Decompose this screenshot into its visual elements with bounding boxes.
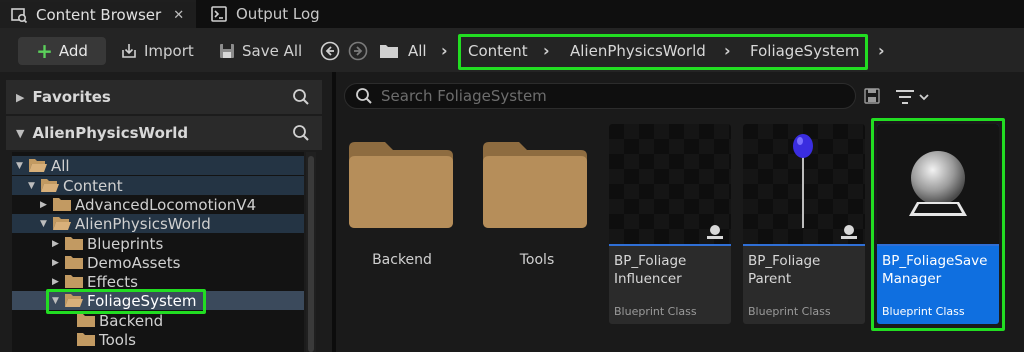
plus-icon: +	[36, 39, 53, 63]
caret-right-icon: ▶	[52, 238, 59, 249]
favorites-label: Favorites	[32, 88, 111, 106]
save-all-label: Save All	[242, 42, 303, 60]
tree-highlight	[46, 289, 206, 314]
caret-down-icon: ▼	[40, 218, 47, 229]
asset-type-bar	[743, 244, 865, 246]
tree-item-blueprints[interactable]: ▶ Blueprints	[12, 234, 304, 253]
pin-icon	[793, 134, 813, 228]
asset-title-line: BP_Foliage	[748, 253, 821, 269]
tree-item-label: Tools	[99, 330, 136, 349]
add-button[interactable]: + Add	[18, 37, 106, 65]
output-log-icon	[211, 6, 227, 22]
folder-icon	[77, 333, 95, 346]
caret-down-icon: ▼	[28, 180, 35, 191]
search-placeholder: Search FoliageSystem	[381, 87, 547, 105]
search-input[interactable]: Search FoliageSystem	[344, 83, 856, 109]
caret-down-icon: ▼	[16, 126, 25, 140]
caret-right-icon: ▶	[52, 257, 59, 268]
folder-icon	[77, 314, 95, 327]
folder-icon	[483, 142, 587, 228]
asset-title-line: Parent	[748, 271, 792, 287]
project-header[interactable]: ▼ AlienPhysicsWorld	[6, 116, 322, 150]
caret-right-icon: ▶	[16, 90, 25, 104]
folder-icon	[65, 237, 83, 250]
folder-open-icon	[29, 159, 47, 172]
content-browser-icon	[11, 8, 28, 24]
folder-label: Backend	[372, 252, 432, 268]
breadcrumb-content[interactable]: Content	[468, 41, 528, 61]
search-icon[interactable]	[292, 88, 310, 106]
asset-card-bp-foliage-influencer[interactable]: BP_Foliage Influencer Blueprint Class	[609, 124, 731, 324]
folder-icon	[349, 142, 453, 228]
tree-item-tools[interactable]: Tools	[12, 330, 304, 349]
asset-type-bar	[609, 244, 731, 246]
save-search-icon[interactable]	[864, 88, 880, 104]
folder-tile-tools[interactable]	[481, 124, 601, 324]
tab-label: Content Browser	[36, 6, 162, 24]
chevron-right-icon[interactable]: ›	[878, 41, 885, 60]
asset-highlight	[871, 118, 1005, 331]
blueprint-badge-icon	[841, 225, 857, 239]
folder-tile-backend[interactable]	[347, 124, 467, 324]
tree-item-label: Content	[63, 176, 123, 195]
tree-item-label: AlienPhysicsWorld	[75, 214, 211, 233]
search-icon[interactable]	[292, 124, 310, 142]
favorites-header[interactable]: ▶ Favorites	[6, 80, 322, 114]
tree-item-all[interactable]: ▼ All	[12, 156, 304, 175]
caret-right-icon: ▶	[40, 199, 47, 210]
tree-item-label: Effects	[87, 272, 138, 291]
asset-type-label: Blueprint Class	[614, 305, 697, 318]
asset-type-label: Blueprint Class	[748, 305, 831, 318]
folder-icon	[65, 256, 83, 269]
tab-label: Output Log	[236, 5, 320, 23]
asset-title: BP_Foliage Parent	[748, 252, 863, 288]
search-icon	[356, 88, 372, 104]
caret-down-icon: ▼	[16, 160, 23, 171]
tab-output-log[interactable]: Output Log	[200, 0, 380, 28]
folder-icon	[65, 275, 83, 288]
tree-item-label: All	[51, 156, 70, 175]
asset-title-line: Influencer	[614, 271, 682, 287]
folder-open-icon	[53, 217, 71, 230]
chevron-right-icon[interactable]: ›	[441, 41, 448, 60]
asset-title-line: BP_Foliage	[614, 253, 687, 269]
tree-item-label: Blueprints	[87, 234, 164, 253]
chevron-right-icon[interactable]: ›	[724, 41, 731, 60]
folder-label: Tools	[519, 252, 555, 268]
tree-item-alienphysicsworld[interactable]: ▼ AlienPhysicsWorld	[12, 214, 304, 233]
breadcrumb-alienphysicsworld[interactable]: AlienPhysicsWorld	[570, 41, 706, 61]
save-icon	[220, 44, 234, 58]
asset-card-bp-foliage-parent[interactable]: BP_Foliage Parent Blueprint Class	[743, 124, 865, 324]
tree-item-label: Backend	[99, 311, 164, 330]
import-icon	[122, 44, 136, 58]
breadcrumb-foliagesystem[interactable]: FoliageSystem	[750, 41, 859, 61]
project-label: AlienPhysicsWorld	[32, 124, 189, 142]
back-icon[interactable]	[320, 41, 340, 61]
blueprint-badge-icon	[707, 225, 723, 239]
close-icon[interactable]: ✕	[173, 8, 184, 23]
caret-right-icon: ▶	[52, 276, 59, 287]
folder-icon	[53, 198, 71, 211]
folder-icon	[380, 45, 398, 58]
folder-tree: ▼ All ▼ Content ▶ AdvancedLocomotionV4 ▼…	[12, 152, 304, 352]
save-all-button[interactable]: Save All	[218, 40, 302, 62]
tree-item-content[interactable]: ▼ Content	[12, 176, 304, 195]
folder-open-icon	[41, 179, 59, 192]
tab-content-browser[interactable]: Content Browser ✕	[0, 0, 196, 28]
tree-item-label: DemoAssets	[87, 253, 181, 272]
filter-icon[interactable]	[894, 88, 934, 106]
breadcrumb-all[interactable]: All	[408, 41, 427, 61]
add-label: Add	[58, 42, 88, 60]
import-label: Import	[144, 42, 194, 60]
tree-item-demoassets[interactable]: ▶ DemoAssets	[12, 253, 304, 272]
tab-bar: Content Browser ✕ Output Log	[0, 0, 1024, 28]
tree-scrollbar-thumb[interactable]	[308, 156, 314, 352]
asset-title: BP_Foliage Influencer	[614, 252, 729, 288]
forward-icon[interactable]	[348, 41, 368, 61]
tree-item-advancedlocomotionv4[interactable]: ▶ AdvancedLocomotionV4	[12, 195, 304, 214]
tree-item-label: AdvancedLocomotionV4	[75, 195, 257, 214]
chevron-right-icon[interactable]: ›	[543, 41, 550, 60]
import-button[interactable]: Import	[120, 40, 194, 62]
